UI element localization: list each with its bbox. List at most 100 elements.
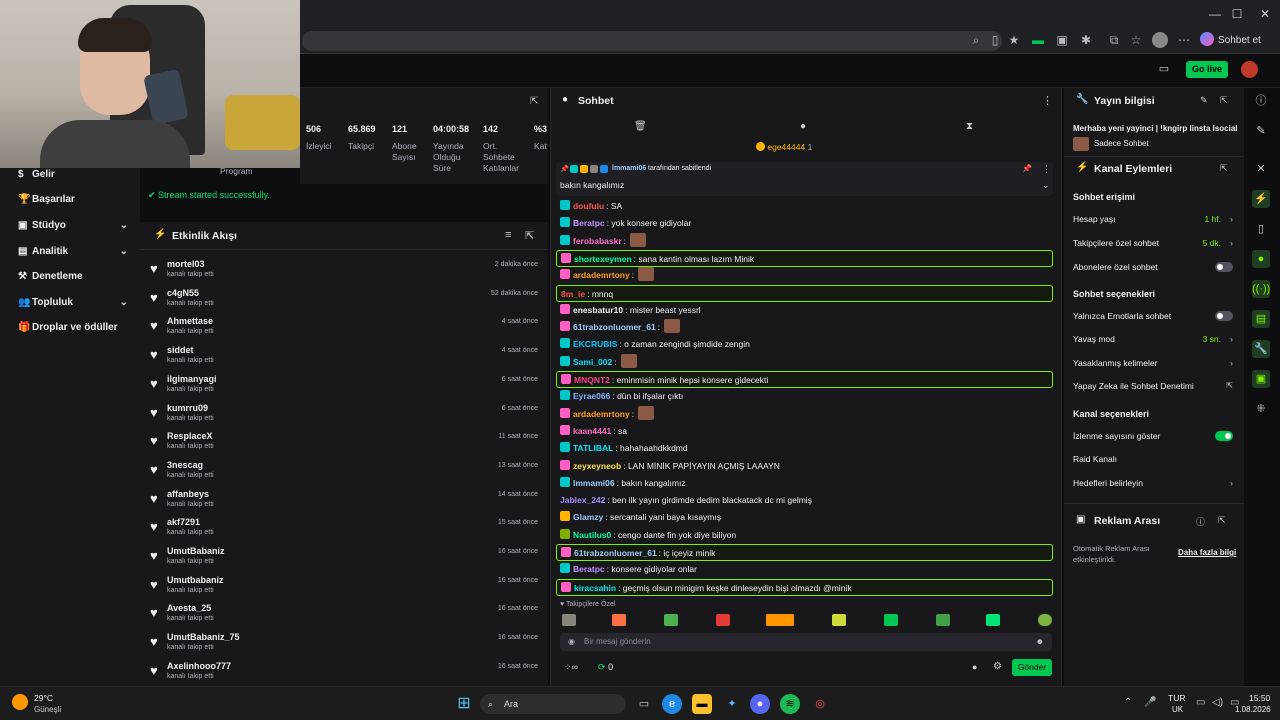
emote-picker-icon[interactable]: ◉ bbox=[568, 633, 575, 651]
emote[interactable] bbox=[936, 614, 950, 626]
sidebar-item-droplar-ve-d-ller[interactable]: 🎁 Droplar ve ödüller bbox=[0, 316, 140, 340]
chat-leaderboard[interactable]: ege44444 1 bbox=[756, 142, 812, 152]
favorites-icon[interactable]: ☆ bbox=[1128, 32, 1144, 48]
app-icon[interactable]: ◎ bbox=[810, 694, 830, 714]
clock-date[interactable]: 1.08.2026 bbox=[1235, 705, 1271, 714]
maximize-button[interactable]: ☐ bbox=[1222, 4, 1252, 24]
chat-message[interactable]: MNQNT2: eminmisin minik hepsi konsere gi… bbox=[556, 371, 1053, 388]
close-window-button[interactable]: ✕ bbox=[1250, 4, 1280, 24]
list-item[interactable]: ♥ c4gN55 kanalı takip etti 52 dakika önce bbox=[140, 285, 548, 313]
hourglass-icon[interactable]: ⧗ bbox=[966, 121, 973, 132]
broadcast-icon[interactable]: ((·)) bbox=[1252, 280, 1270, 298]
emote[interactable] bbox=[612, 614, 626, 626]
subs-chat-toggle[interactable] bbox=[1215, 262, 1233, 272]
chat-username[interactable]: Glamzy bbox=[573, 512, 603, 522]
chat-username[interactable]: ferobabaskr bbox=[573, 236, 622, 246]
taskbar-search[interactable]: ⌕ Ara bbox=[480, 694, 626, 714]
list-item[interactable]: ♥ Umutbabaniz kanalı takip etti 16 saat önc… bbox=[140, 572, 548, 600]
reader-icon[interactable]: ▯ bbox=[987, 32, 1003, 48]
popout-icon[interactable]: ⇱ bbox=[1220, 95, 1228, 106]
info-icon[interactable]: ⓘ bbox=[1196, 515, 1205, 528]
puzzle-icon[interactable]: ✱ bbox=[1078, 32, 1094, 48]
sidebar-item-ba-ar-lar[interactable]: 🏆 Başarılar bbox=[0, 188, 140, 212]
volume-icon[interactable]: ◁) bbox=[1212, 697, 1223, 708]
chat-username[interactable]: Eyrae066 bbox=[573, 391, 610, 401]
chat-message[interactable]: 8m_ie: mnnq bbox=[556, 284, 1053, 302]
chat-message[interactable]: Beratpc: yok konsere gidiyolar bbox=[556, 215, 1053, 232]
popout-icon[interactable]: ⇱ bbox=[530, 96, 538, 107]
mic-icon[interactable]: 🎤 bbox=[1144, 697, 1156, 708]
chat-username[interactable]: 61trabzonluomer_61 bbox=[573, 322, 656, 332]
keyboard-layout[interactable]: UK bbox=[1172, 705, 1183, 714]
ai-moderation-row[interactable]: Yapay Zeka ile Sohbet Denetimi ⇱ bbox=[1073, 378, 1235, 394]
list-item[interactable]: ♥ ResplaceX kanalı takip etti 11 saat önce bbox=[140, 428, 548, 456]
twitch-extension-icon[interactable]: ▣ bbox=[1054, 32, 1070, 48]
chat-message[interactable]: ferobabaskr: bbox=[556, 232, 1053, 250]
pinned-menu-icon[interactable]: ⋮ bbox=[1042, 164, 1051, 175]
go-live-button[interactable]: Go live bbox=[1186, 61, 1228, 78]
popout-icon[interactable]: ⇱ bbox=[1220, 163, 1228, 174]
chat-message[interactable]: Eyrae066: dün bi ifşalar çıktı bbox=[556, 388, 1053, 405]
list-item[interactable]: ♥ ilgimanyagi kanalı takip etti 6 saat önce bbox=[140, 371, 548, 399]
list-item[interactable]: ♥ kumrru09 kanalı takip etti 6 saat önce bbox=[140, 400, 548, 428]
list-item[interactable]: ♥ akf7291 kanalı takip etti 15 saat önce bbox=[140, 514, 548, 542]
chat-username[interactable]: 61trabzonluomer_61 bbox=[574, 548, 657, 558]
info-icon[interactable]: ⓘ bbox=[1252, 92, 1270, 110]
user-avatar[interactable] bbox=[1241, 61, 1258, 78]
chat-username[interactable]: doufulu bbox=[573, 201, 604, 211]
goals-row[interactable]: Hedefleri belirleyin › bbox=[1073, 475, 1235, 491]
discord-icon[interactable]: ● bbox=[750, 694, 770, 714]
chat-message[interactable]: Glamzy: sercantali yani baya kısaymış bbox=[556, 509, 1053, 526]
chat-username[interactable]: kiracsahin bbox=[574, 583, 616, 593]
sidebar-item-denetleme[interactable]: ⚒ Denetleme bbox=[0, 265, 140, 289]
chat-username[interactable]: kaan4441 bbox=[573, 426, 611, 436]
notifications-icon[interactable]: ▭ bbox=[1156, 62, 1172, 76]
trash-icon[interactable]: 🗑 bbox=[634, 121, 647, 132]
emote-only-toggle[interactable] bbox=[1215, 311, 1233, 321]
weather-temp[interactable]: 29°C bbox=[34, 693, 53, 703]
ads-more-link[interactable]: Daha fazla bilgi bbox=[1178, 548, 1236, 557]
chat-message[interactable]: EKCRUBIS: o zaman zengindi şimdide zengi… bbox=[556, 336, 1053, 353]
bolt-icon[interactable]: ⚡ bbox=[1252, 190, 1270, 208]
chat-bubble-icon[interactable]: ● bbox=[972, 662, 977, 672]
list-item[interactable]: ♥ siddet kanalı takip etti 4 saat önce bbox=[140, 342, 548, 370]
followers-chat-row[interactable]: Takipçilere özel sohbet 5 dk. › bbox=[1073, 235, 1235, 251]
unpin-icon[interactable]: 📌 bbox=[1022, 164, 1032, 173]
chat-bubble-icon[interactable]: ● bbox=[1252, 250, 1270, 268]
chat-message[interactable]: Nautilus0: cengo dante fin yok diye bili… bbox=[556, 527, 1053, 544]
chat-message[interactable]: 61trabzonluomer_61: bbox=[556, 319, 1053, 336]
stats-icon[interactable]: ▤ bbox=[1252, 310, 1270, 328]
address-bar[interactable] bbox=[302, 31, 1002, 51]
chat-message[interactable]: Sami_002: bbox=[556, 353, 1053, 371]
emote[interactable] bbox=[884, 614, 898, 626]
chat-username[interactable]: 8m_ie bbox=[561, 289, 585, 299]
list-item[interactable]: ♥ UmutBabaniz_75 kanalı takip etti 16 saat … bbox=[140, 629, 548, 657]
emote[interactable] bbox=[1038, 614, 1052, 626]
chevron-down-icon[interactable]: ⌄ bbox=[1042, 180, 1050, 191]
chat-message[interactable]: zeyxeyneob: LAN MİNİK PAPİYAYIN AÇMIŞ LA… bbox=[556, 458, 1053, 475]
slow-mode-row[interactable]: Yavaş mod 3 sn. › bbox=[1073, 331, 1235, 347]
list-item[interactable]: ♥ Axelinhooo777 kanalı takip etti 16 saat ö… bbox=[140, 658, 548, 686]
chat-message[interactable]: Jablex_242: ben ilk yayın girdimde dedim… bbox=[556, 492, 1053, 509]
chat-message[interactable]: enesbatur10: mister beast yessrl bbox=[556, 302, 1053, 319]
chat-message[interactable]: lmmami06: bakın kangalımız bbox=[556, 475, 1053, 492]
channel-points[interactable]: ⁘∞ bbox=[564, 662, 578, 673]
banned-words-row[interactable]: Yasaklanmış kelimeler › bbox=[1073, 355, 1235, 371]
emote[interactable] bbox=[986, 614, 1000, 626]
chat-username[interactable]: ardademrtony bbox=[573, 270, 630, 280]
network-icon[interactable]: ▭ bbox=[1196, 697, 1205, 708]
emote[interactable] bbox=[716, 614, 730, 626]
chat-input[interactable]: ◉ Bir mesaj gönderin ☻ bbox=[560, 633, 1052, 651]
chat-username[interactable]: Beratpc bbox=[573, 218, 605, 228]
chat-username[interactable]: zeyxeyneob bbox=[573, 461, 621, 471]
chat-username[interactable]: Jablex_242 bbox=[560, 495, 605, 505]
list-item[interactable]: ♥ 3nescag kanalı takip etti 13 saat önce bbox=[140, 457, 548, 485]
chat-username[interactable]: Nautilus0 bbox=[573, 530, 611, 540]
send-button[interactable]: Gönder bbox=[1012, 659, 1052, 676]
weather-desc[interactable]: Güneşli bbox=[34, 705, 61, 714]
chat-username[interactable]: ardademrtony bbox=[573, 409, 630, 419]
chat-menu-icon[interactable]: ⋮ bbox=[1042, 94, 1053, 107]
chat-username[interactable]: lmmami06 bbox=[573, 478, 615, 488]
account-age-row[interactable]: Hesap yaşı 1 hf. › bbox=[1073, 211, 1235, 227]
chat-message[interactable]: doufulu: SA bbox=[556, 198, 1053, 215]
